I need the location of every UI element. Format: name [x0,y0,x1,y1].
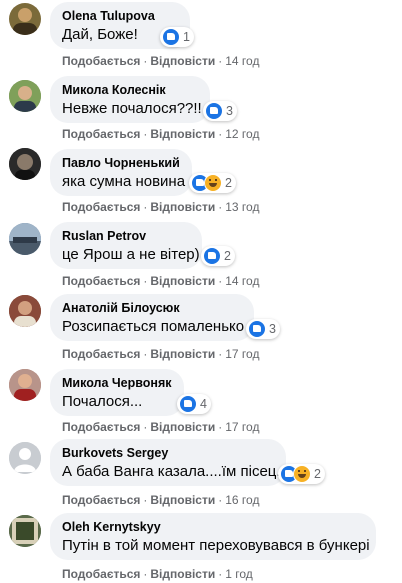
comment-text: Почалося... [62,393,143,410]
haha-reaction-icon [293,465,311,483]
comment-text: Путін в той момент переховувався в бунке… [62,537,370,554]
comment-actions: Подобається · Відповісти · 14 год [62,274,260,288]
timestamp[interactable]: 17 год [225,347,259,361]
timestamp[interactable]: 16 год [225,493,259,507]
avatar[interactable] [9,3,41,35]
reply-link[interactable]: Відповісти [150,420,215,434]
timestamp[interactable]: 13 год [225,200,259,214]
reaction-count: 4 [200,397,207,411]
timestamp[interactable]: 12 год [225,127,259,141]
reply-link[interactable]: Відповісти [150,493,215,507]
comment-actions: Подобається · Відповісти · 12 год [62,127,260,141]
reaction-summary[interactable]: 3 [246,319,280,339]
like-reaction-icon [205,102,223,120]
comment-bubble: Ruslan Petrov це Ярош а не вітер) [50,222,202,269]
haha-reaction-icon [204,174,222,192]
comment-actions: Подобається · Відповісти · 1 год [62,567,253,581]
comment-actions: Подобається · Відповісти · 16 год [62,493,260,507]
like-link[interactable]: Подобається [62,54,140,68]
reply-link[interactable]: Відповісти [150,54,215,68]
avatar[interactable] [9,223,41,255]
avatar[interactable] [9,442,41,474]
comment-text: Розсипається помаленько [62,318,245,335]
comment-actions: Подобається · Відповісти · 13 год [62,200,260,214]
reply-link[interactable]: Відповісти [150,347,215,361]
comment-actions: Подобається · Відповісти · 14 год [62,54,260,68]
comment-bubble: Oleh Kernytskyy Путін в той момент перех… [50,513,376,560]
like-link[interactable]: Подобається [62,200,140,214]
reaction-summary[interactable]: 4 [177,394,211,414]
author-name[interactable]: Oleh Kernytskyy [62,519,364,536]
avatar[interactable] [9,80,41,112]
comment-bubble: Анатолій Білоусюк Розсипається помаленьк… [50,294,254,341]
reaction-count: 3 [226,104,233,118]
like-reaction-icon [248,320,266,338]
reaction-summary[interactable]: 1 [160,27,194,47]
like-reaction-icon [162,28,180,46]
reaction-summary[interactable]: 2 [201,246,235,266]
like-link[interactable]: Подобається [62,347,140,361]
avatar[interactable] [9,295,41,327]
author-name[interactable]: Анатолій Білоусюк [62,300,242,317]
author-name[interactable]: Микола Колеснік [62,82,198,99]
comment-text: це Ярош а не вітер) [62,246,200,263]
avatar[interactable] [9,148,41,180]
comment-actions: Подобається · Відповісти · 17 год [62,420,260,434]
avatar[interactable] [9,369,41,401]
author-name[interactable]: Павло Чорненький [62,155,180,172]
reaction-count: 2 [314,467,321,481]
comment-text: А баба Ванга казала....їм пісец. [62,463,281,480]
comment-text: яка сумна новина [62,173,186,190]
reply-link[interactable]: Відповісти [150,127,215,141]
reaction-count: 2 [224,249,231,263]
comment-bubble: Burkovets Sergey А баба Ванга казала....… [50,439,286,486]
like-link[interactable]: Подобається [62,567,140,581]
like-link[interactable]: Подобається [62,420,140,434]
reaction-summary[interactable]: 2 [278,464,325,484]
comment-text: Невже почалося??!! [62,100,202,117]
timestamp[interactable]: 14 год [225,274,259,288]
like-reaction-icon [203,247,221,265]
reaction-summary[interactable]: 3 [203,101,237,121]
like-link[interactable]: Подобається [62,274,140,288]
like-link[interactable]: Подобається [62,127,140,141]
reaction-count: 3 [269,322,276,336]
reply-link[interactable]: Відповісти [150,274,215,288]
like-link[interactable]: Подобається [62,493,140,507]
timestamp[interactable]: 14 год [225,54,259,68]
comment-bubble: Микола Червоняк Почалося... [50,369,184,416]
avatar[interactable] [9,515,41,547]
reply-link[interactable]: Відповісти [150,567,215,581]
author-name[interactable]: Burkovets Sergey [62,445,274,462]
reply-link[interactable]: Відповісти [150,200,215,214]
timestamp[interactable]: 1 год [225,567,253,581]
reaction-count: 1 [183,30,190,44]
comment-actions: Подобається · Відповісти · 17 год [62,347,260,361]
author-name[interactable]: Микола Червоняк [62,375,172,392]
reaction-summary[interactable]: 2 [189,173,236,193]
author-name[interactable]: Ruslan Petrov [62,228,190,245]
like-reaction-icon [179,395,197,413]
comment-bubble: Микола Колеснік Невже почалося??!! [50,76,210,123]
reaction-count: 2 [225,176,232,190]
comment-bubble: Павло Чорненький яка сумна новина [50,149,192,196]
author-name[interactable]: Olena Tulupova [62,8,178,25]
timestamp[interactable]: 17 год [225,420,259,434]
